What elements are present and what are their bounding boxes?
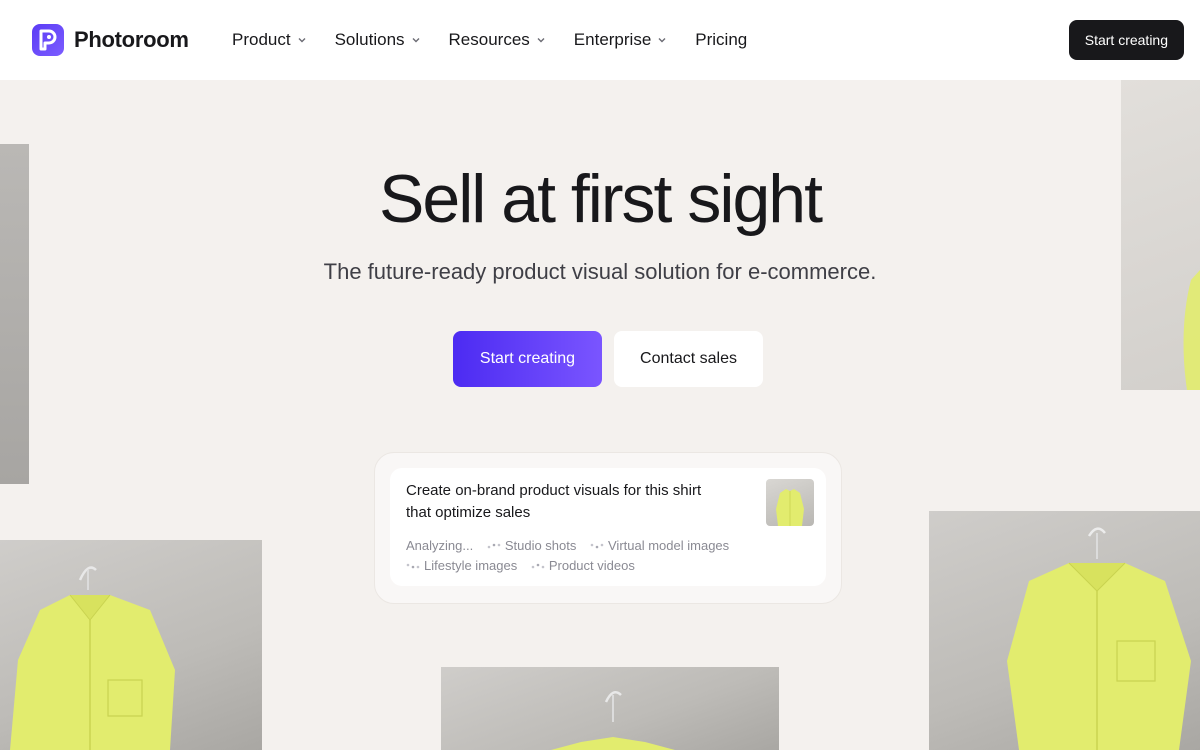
nav-item-label: Enterprise — [573, 30, 652, 49]
product-photo-left-bottom — [0, 540, 262, 750]
shirt-image — [10, 566, 175, 750]
main-menu: Product Solutions Resources Enterprise P… — [232, 0, 747, 80]
start-creating-button[interactable]: Start creating — [453, 331, 602, 387]
nav-item-label: Resources — [448, 30, 530, 49]
analyzing-status: Analyzing... — [406, 538, 474, 553]
nav-start-creating-button[interactable]: Start creating — [1068, 20, 1184, 60]
product-photo-right-bottom — [929, 511, 1200, 750]
tag-studio-shots: Studio shots — [487, 536, 576, 556]
product-photo-center-bottom — [441, 667, 779, 750]
loading-dots-icon — [590, 543, 604, 549]
hero-subtitle: The future-ready product visual solution… — [323, 259, 877, 284]
brand-logo[interactable]: Photoroom — [32, 24, 189, 56]
chevron-down-icon — [412, 38, 420, 43]
loading-dots-icon — [487, 543, 501, 549]
shirt-image — [1007, 527, 1191, 750]
nav-item-label: Product — [232, 30, 291, 49]
shirt-thumbnail — [766, 479, 814, 526]
top-navigation: Photoroom Product Solutions Resources En… — [0, 0, 1200, 80]
tag-product-videos: Product videos — [531, 556, 635, 576]
nav-item-pricing[interactable]: Pricing — [695, 30, 747, 50]
chevron-down-icon — [298, 38, 306, 43]
loading-dots-icon — [531, 563, 545, 569]
tag-virtual-model-images: Virtual model images — [590, 536, 729, 556]
nav-item-product[interactable]: Product — [232, 30, 307, 50]
nav-item-label: Pricing — [695, 30, 748, 49]
chevron-down-icon — [658, 38, 666, 43]
nav-item-resources[interactable]: Resources — [449, 30, 546, 50]
shirt-image — [551, 690, 675, 750]
nav-item-label: Solutions — [334, 30, 405, 49]
contact-sales-button[interactable]: Contact sales — [614, 331, 763, 387]
prompt-text: Create on-brand product visuals for this… — [406, 482, 702, 521]
nav-item-solutions[interactable]: Solutions — [335, 30, 421, 50]
chevron-down-icon — [537, 38, 545, 43]
nav-item-enterprise[interactable]: Enterprise — [574, 30, 667, 50]
generation-status-tags: Analyzing... Studio shots Virtual model … — [406, 536, 746, 576]
photoroom-logo-icon — [32, 24, 64, 56]
hero-title: Sell at first sight — [379, 161, 823, 237]
loading-dots-icon — [406, 563, 420, 569]
tag-lifestyle-images: Lifestyle images — [406, 556, 517, 576]
brand-name: Photoroom — [74, 27, 189, 52]
